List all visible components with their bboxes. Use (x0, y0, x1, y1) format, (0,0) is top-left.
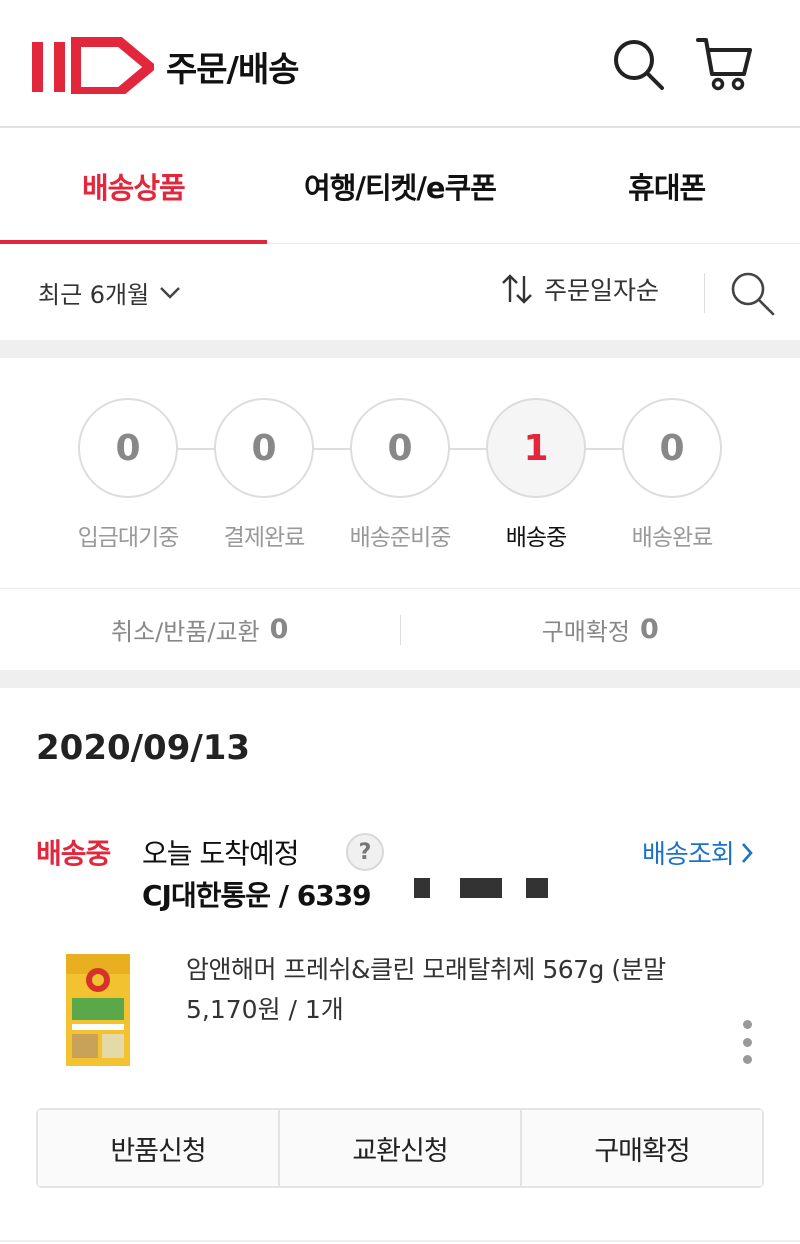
eleven-street-logo[interactable] (28, 36, 154, 94)
tab-travel-ticket-ecoupon[interactable]: 여행/티켓/e쿠폰 (267, 128, 534, 243)
confirm-count: 0 (640, 614, 659, 645)
step-label: 배송완료 (631, 525, 714, 551)
order-search-icon[interactable] (728, 269, 776, 317)
period-dropdown[interactable]: 최근 6개월 (38, 275, 181, 310)
redaction-block (460, 878, 502, 898)
divider (704, 273, 705, 313)
tab-mobile-phone[interactable]: 휴대폰 (533, 128, 800, 243)
carrier-tracking-number: CJ대한통운 / 6339 (142, 879, 372, 912)
step-count: 0 (214, 398, 314, 498)
sort-label: 주문일자순 (544, 276, 660, 305)
step-awaiting-payment[interactable]: 0 입금대기중 (58, 398, 198, 552)
step-in-delivery[interactable]: 1 배송중 (466, 398, 606, 552)
section-divider (0, 340, 800, 358)
filter-bar: 최근 6개월 주문일자순 (0, 245, 800, 340)
step-label: 배송준비중 (349, 525, 452, 551)
confirm-label: 구매확정 (541, 618, 631, 646)
tracking-link[interactable]: 배송조회 (642, 834, 754, 871)
cancel-label: 취소/반품/교환 (111, 618, 260, 646)
tab-delivery-products[interactable]: 배송상품 (0, 128, 267, 244)
sort-button[interactable]: 주문일자순 (500, 271, 659, 307)
delivery-status: 배송중 (36, 837, 111, 870)
order-actions: 반품신청 교환신청 구매확정 (36, 1108, 764, 1188)
more-options-icon[interactable] (738, 1020, 756, 1064)
step-count: 0 (622, 398, 722, 498)
redaction-block (526, 878, 548, 898)
step-label: 결제완료 (223, 525, 306, 551)
page-title: 주문/배송 (166, 50, 300, 90)
order-status-steps: 0 입금대기중 0 결제완료 0 배송준비중 1 배송중 0 배송완료 (0, 358, 800, 588)
step-count: 0 (78, 398, 178, 498)
chevron-right-icon (741, 842, 753, 863)
step-label: 배송중 (505, 525, 567, 551)
step-count: 1 (486, 398, 586, 498)
product-thumbnail[interactable] (58, 950, 138, 1070)
cancel-count: 0 (269, 614, 289, 645)
exchange-request-button[interactable]: 교환신청 (280, 1110, 522, 1186)
step-payment-complete[interactable]: 0 결제완료 (194, 398, 334, 552)
order-summary-row: 취소/반품/교환 0 구매확정 0 (0, 588, 800, 670)
cancel-return-exchange-summary[interactable]: 취소/반품/교환 0 (0, 612, 400, 647)
category-tabs: 배송상품 여행/티켓/e쿠폰 휴대폰 (0, 128, 800, 244)
arrival-estimate: 오늘 도착예정 (142, 837, 299, 870)
section-divider (0, 670, 800, 688)
step-count: 0 (350, 398, 450, 498)
step-preparing-shipment[interactable]: 0 배송준비중 (330, 398, 470, 552)
help-icon[interactable]: ? (346, 833, 384, 871)
sort-arrows-icon (502, 274, 532, 304)
purchase-confirm-button[interactable]: 구매확정 (522, 1110, 762, 1186)
order-date: 2020/09/13 (36, 728, 251, 768)
product-price-quantity: 5,170원 / 1개 (186, 995, 344, 1024)
tracking-link-label: 배송조회 (642, 840, 735, 870)
search-icon[interactable] (610, 36, 666, 92)
divider (0, 1240, 800, 1242)
purchase-confirmed-summary[interactable]: 구매확정 0 (401, 612, 800, 647)
app-header: 주문/배송 (0, 0, 800, 128)
return-request-button[interactable]: 반품신청 (38, 1110, 280, 1186)
product-name[interactable]: 암앤해머 프레쉬&클린 모래탈취제 567g (분말 (186, 950, 726, 986)
step-label: 입금대기중 (77, 525, 180, 551)
step-delivered[interactable]: 0 배송완료 (602, 398, 742, 552)
chevron-down-icon (160, 286, 181, 299)
cart-icon[interactable] (696, 36, 752, 92)
period-label: 최근 6개월 (38, 281, 150, 309)
redaction-block (414, 878, 430, 898)
